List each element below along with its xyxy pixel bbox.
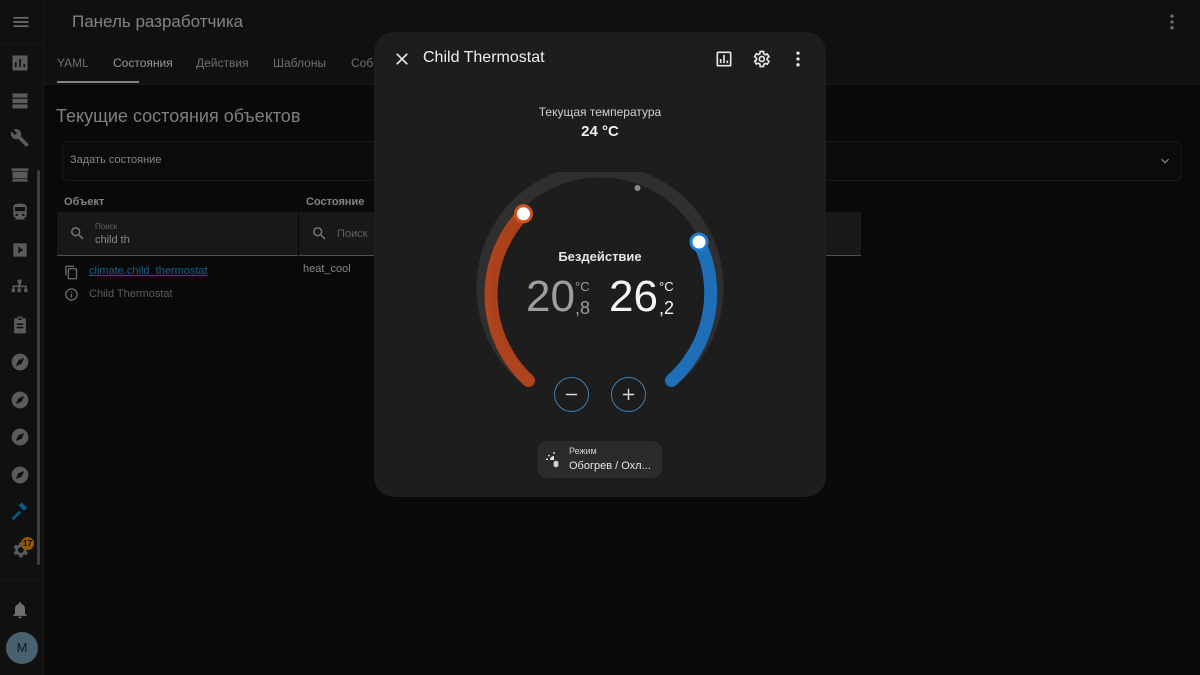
high-setpoint-handle[interactable] [689,232,709,252]
history-chart-icon[interactable] [714,49,734,69]
thermostat-dial[interactable] [475,172,725,407]
current-temperature-value: 24 °C [581,123,619,140]
settings-gear-icon[interactable] [751,49,771,69]
increase-temperature-button[interactable] [611,377,646,412]
dialog-title: Child Thermostat [423,49,545,66]
low-temp-unit: °C [575,279,590,294]
high-temp-unit: °C [659,279,674,294]
close-icon[interactable] [392,49,412,69]
more-vert-icon[interactable] [788,49,808,69]
hvac-mode-select[interactable]: Режим Обогрев / Охл... [537,441,662,478]
hvac-action-label: Бездействие [558,249,642,264]
dial-track [476,172,724,387]
hvac-mode-label: Режим [569,446,597,456]
plus-icon [622,388,635,401]
current-temperature-marker [634,185,641,191]
low-temp-integer: 20 [526,272,575,321]
low-setpoint-handle[interactable] [514,204,533,224]
high-temp-integer: 26 [609,272,658,321]
decrease-temperature-button[interactable] [554,377,589,412]
sun-snowflake-icon [546,452,562,468]
high-temp-decimal: ,2 [659,298,675,318]
hvac-mode-value: Обогрев / Охл... [569,460,651,472]
more-info-dialog: Child Thermostat Текущая температура 24 … [374,32,826,497]
minus-icon [565,393,578,396]
current-temperature-label: Текущая температура [538,105,662,119]
low-temp-decimal: ,8 [575,298,591,318]
